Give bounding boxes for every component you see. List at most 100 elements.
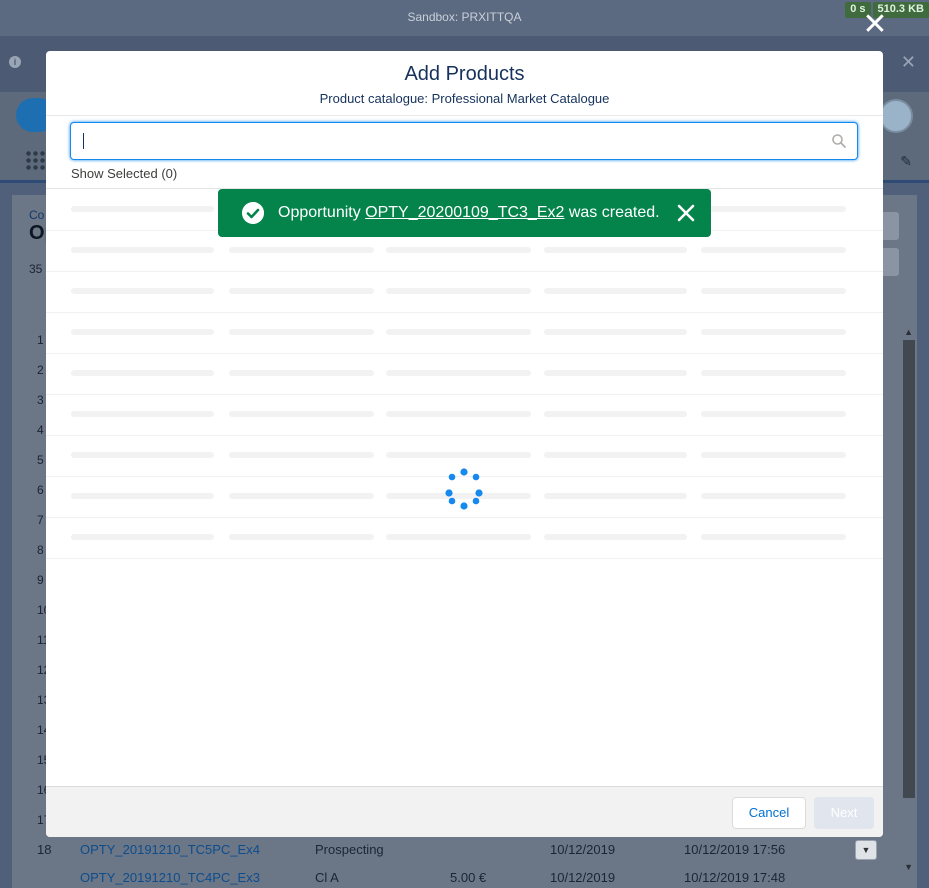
row-number: 3	[37, 393, 44, 407]
skeleton-cell	[386, 329, 531, 335]
search-icon	[832, 134, 846, 148]
skeleton-cell	[544, 329, 687, 335]
skeleton-row	[46, 353, 883, 395]
skeleton-cell	[229, 493, 374, 499]
row-number: 7	[37, 513, 44, 527]
row-number: 4	[37, 423, 44, 437]
toast-prefix: Opportunity	[278, 204, 366, 221]
row-number: 8	[37, 543, 44, 557]
row-actions-dropdown[interactable]: ▼	[855, 840, 877, 860]
skeleton-cell	[544, 493, 687, 499]
loading-spinner-icon	[445, 468, 483, 510]
skeleton-cell	[701, 206, 846, 212]
amount-cell: 5.00 €	[450, 870, 487, 885]
banner-close-icon[interactable]: ✕	[901, 52, 916, 73]
skeleton-cell	[701, 411, 846, 417]
skeleton-cell	[71, 493, 214, 499]
scrollbar[interactable]	[903, 340, 915, 798]
skeleton-cell	[544, 247, 687, 253]
skeleton-cell	[386, 370, 531, 376]
modal-title: Add Products	[404, 63, 525, 85]
row-number: 2	[37, 363, 44, 377]
skeleton-cell	[701, 493, 846, 499]
skeleton-row	[46, 312, 883, 354]
skeleton-cell	[71, 288, 214, 294]
table-row: 18 OPTY_20191210_TC5PC_Ex4 Prospecting 1…	[0, 838, 902, 866]
opportunity-name-link[interactable]: OPTY_20191210_TC4PC_Ex3	[80, 870, 260, 885]
toast-close-icon[interactable]	[675, 202, 697, 224]
skeleton-cell	[229, 329, 374, 335]
skeleton-cell	[229, 370, 374, 376]
modal-header: Add Products Product catalogue: Professi…	[46, 51, 883, 116]
avatar[interactable]	[879, 99, 913, 133]
modified-cell: 10/12/2019 17:56	[684, 842, 786, 857]
search-input[interactable]	[70, 122, 858, 160]
skeleton-cell	[71, 247, 214, 253]
skeleton-cell	[386, 247, 531, 253]
table-row: OPTY_20191210_TC4PC_Ex3 Cl A 5.00 € 10/1…	[0, 866, 902, 888]
skeleton-cell	[701, 370, 846, 376]
skeleton-cell	[71, 206, 214, 212]
modal-footer: Cancel Next	[46, 786, 883, 837]
skeleton-cell	[229, 452, 374, 458]
cancel-button[interactable]: Cancel	[732, 797, 806, 829]
skeleton-cell	[386, 534, 531, 540]
skeleton-cell	[701, 329, 846, 335]
next-button[interactable]: Next	[814, 797, 874, 829]
skeleton-cell	[544, 411, 687, 417]
scroll-down-icon[interactable]: ▼	[904, 862, 913, 872]
row-number: 9	[37, 573, 44, 587]
toast-record-link[interactable]: OPTY_20200109_TC3_Ex2	[365, 204, 564, 221]
add-products-modal: Add Products Product catalogue: Professi…	[46, 51, 883, 837]
object-breadcrumb[interactable]: Co	[29, 208, 44, 222]
toast-suffix: was created.	[564, 204, 660, 221]
skeleton-cell	[701, 247, 846, 253]
info-icon: i	[9, 56, 21, 68]
toast-message: Opportunity OPTY_20200109_TC3_Ex2 was cr…	[278, 204, 660, 222]
stage-cell: Cl A	[315, 870, 339, 885]
close-date-cell: 10/12/2019	[550, 842, 616, 857]
skeleton-cell	[71, 452, 214, 458]
skeleton-cell	[71, 534, 214, 540]
edit-nav-icon[interactable]: ✎	[900, 153, 912, 170]
skeleton-cell	[229, 247, 374, 253]
skeleton-row	[46, 394, 883, 436]
skeleton-cell	[544, 370, 687, 376]
skeleton-cell	[701, 288, 846, 294]
sandbox-bar: Sandbox: PRXITTQA 0 s 510.3 KB	[0, 0, 929, 36]
modified-cell: 10/12/2019 17:48	[684, 870, 786, 885]
skeleton-cell	[71, 329, 214, 335]
show-selected-link[interactable]: Show Selected (0)	[71, 166, 177, 181]
skeleton-cell	[229, 534, 374, 540]
success-toast: Opportunity OPTY_20200109_TC3_Ex2 was cr…	[218, 189, 711, 237]
success-check-icon	[242, 202, 264, 224]
row-number: 6	[37, 483, 44, 497]
sandbox-title: Sandbox: PRXITTQA	[407, 10, 522, 24]
item-count: 35	[29, 262, 43, 276]
close-date-cell: 10/12/2019	[550, 870, 616, 885]
row-number: 18	[37, 842, 52, 857]
skeleton-row	[46, 517, 883, 559]
skeleton-cell	[386, 411, 531, 417]
modal-subtitle: Product catalogue: Professional Market C…	[319, 91, 610, 106]
text-caret	[83, 133, 84, 149]
stage-cell: Prospecting	[315, 842, 384, 857]
modal-close-icon[interactable]: ✕	[862, 10, 888, 40]
skeleton-row	[46, 271, 883, 313]
skeleton-cell	[544, 288, 687, 294]
skeleton-cell	[544, 534, 687, 540]
skeleton-cell	[229, 411, 374, 417]
app-launcher-icon[interactable]	[25, 150, 47, 172]
skeleton-cell	[71, 411, 214, 417]
skeleton-cell	[229, 288, 374, 294]
skeleton-cell	[386, 288, 531, 294]
skeleton-cell	[544, 452, 687, 458]
skeleton-cell	[71, 370, 214, 376]
opportunity-name-link[interactable]: OPTY_20191210_TC5PC_Ex4	[80, 842, 260, 857]
scroll-up-icon[interactable]: ▲	[904, 327, 913, 337]
row-number: 5	[37, 453, 44, 467]
skeleton-cell	[386, 452, 531, 458]
row-number: 1	[37, 333, 44, 347]
skeleton-cell	[701, 534, 846, 540]
skeleton-cell	[701, 452, 846, 458]
